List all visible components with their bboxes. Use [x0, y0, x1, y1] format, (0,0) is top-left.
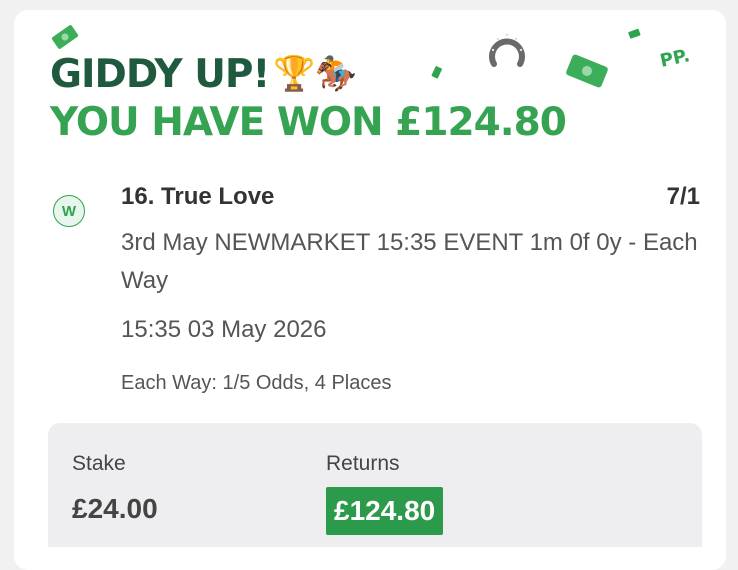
stake-label: Stake: [72, 452, 126, 475]
won-badge-icon: W: [53, 195, 85, 227]
confetti-icon: [628, 28, 641, 39]
headline-winnings: YOU HAVE WON £124.80: [50, 100, 567, 145]
trophy-horse-racing-icon: 🏆🏇: [273, 54, 357, 94]
confetti-icon: [431, 66, 442, 79]
headline-giddy-up: GIDDY UP! 🏆🏇: [50, 52, 357, 97]
cash-note-icon: [51, 25, 79, 49]
cash-note-icon: [566, 54, 608, 88]
returns-label: Returns: [326, 452, 400, 475]
horseshoe-icon: [489, 33, 525, 67]
stake-value: £24.00: [72, 493, 158, 524]
each-way-terms: Each Way: 1/5 Odds, 4 Places: [121, 372, 392, 394]
selection-name: 16. True Love: [121, 183, 275, 210]
selection-odds: 7/1: [666, 183, 700, 210]
stake-returns-panel: Stake £24.00 Returns £124.80: [48, 423, 702, 547]
returns-value: £124.80: [326, 487, 444, 535]
headline-text: GIDDY UP!: [50, 52, 270, 97]
event-description: 3rd May NEWMARKET 15:35 EVENT 1m 0f 0y -…: [121, 229, 698, 294]
event-datetime: 15:35 03 May 2026: [121, 316, 327, 343]
